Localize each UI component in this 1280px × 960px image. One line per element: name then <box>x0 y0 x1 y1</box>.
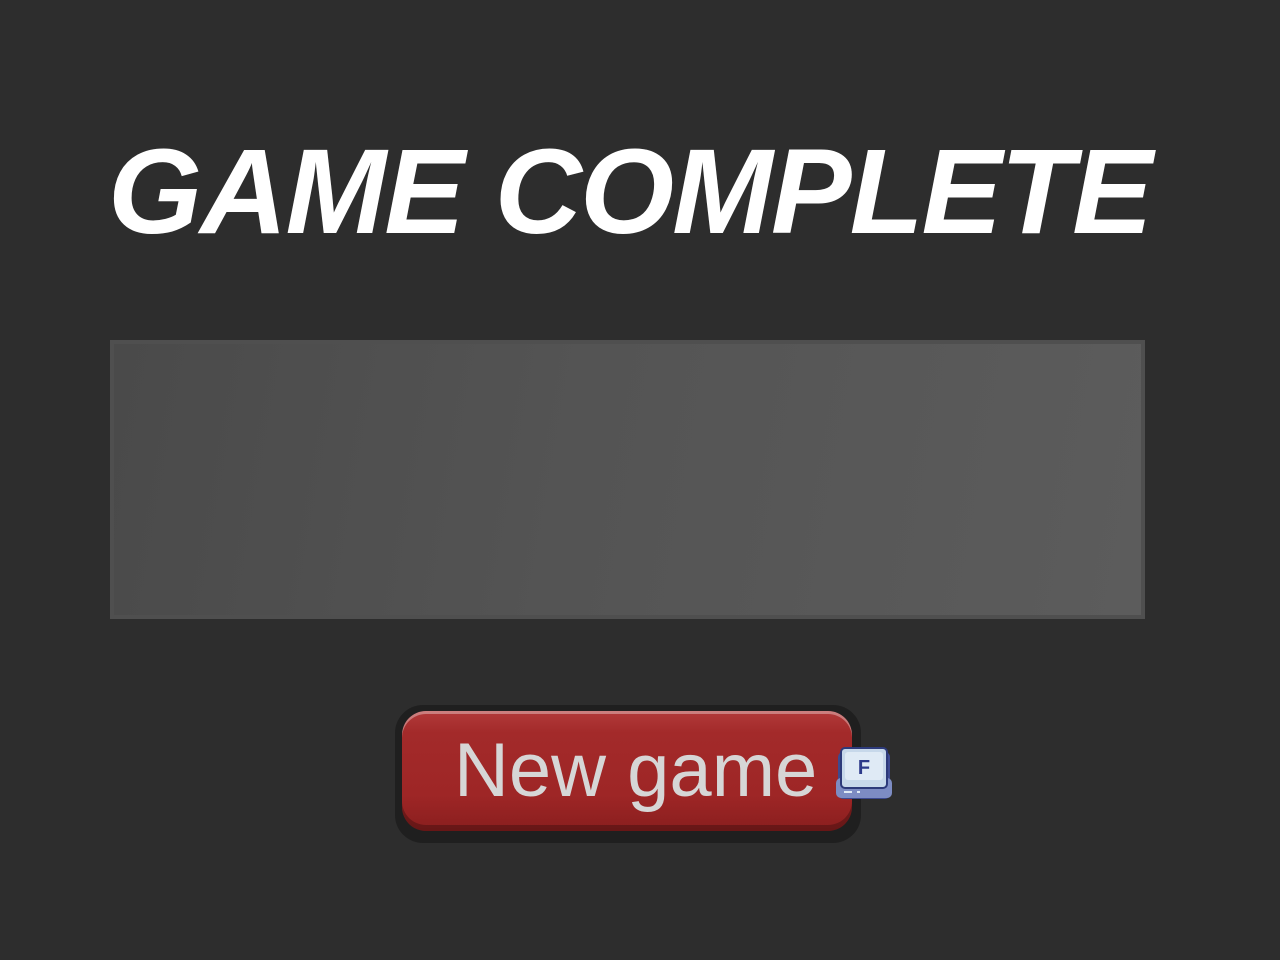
keyboard-key-icon: F <box>836 747 892 799</box>
hotkey-label: F <box>858 757 870 779</box>
new-game-button[interactable]: New game <box>402 711 852 831</box>
new-game-button-frame: New game <box>395 705 861 843</box>
game-complete-screen: GAME COMPLETE New game F <box>0 0 1280 960</box>
new-game-button-label: New game <box>454 728 818 813</box>
results-panel <box>110 340 1145 619</box>
game-complete-title: GAME COMPLETE <box>108 123 1153 259</box>
